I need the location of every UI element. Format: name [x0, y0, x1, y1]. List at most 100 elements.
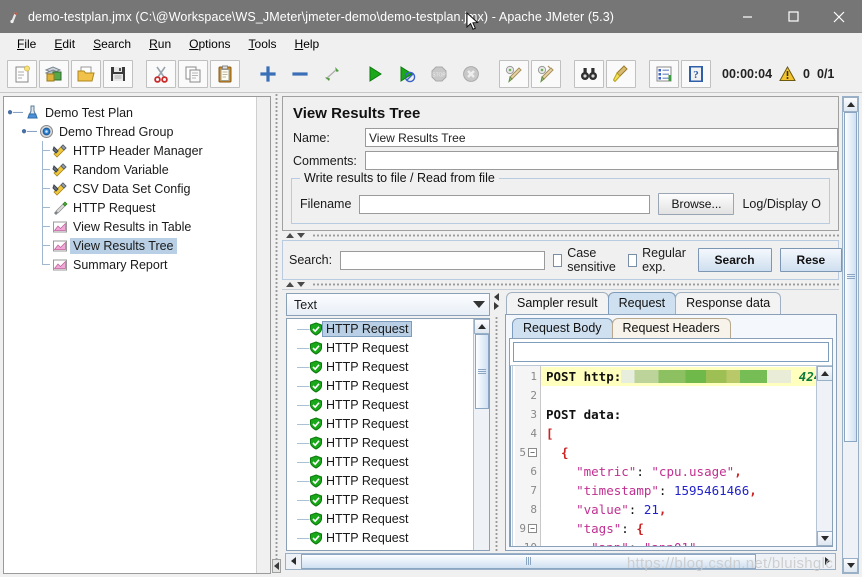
help-button[interactable]: ?	[681, 59, 711, 88]
menu-search[interactable]: Search	[84, 35, 140, 53]
settings-search-splitter[interactable]	[282, 231, 839, 240]
warning-triangle-icon[interactable]	[779, 65, 796, 82]
scrollbar-thumb[interactable]	[844, 112, 857, 442]
chevron-down-icon[interactable]	[473, 301, 485, 308]
list-item[interactable]: — HTTP Request	[287, 509, 489, 528]
expander-icon[interactable]: ●—	[7, 107, 23, 118]
tree-vertical-scrollbar[interactable]	[256, 97, 270, 573]
minimize-button[interactable]	[724, 0, 770, 33]
toggle-button[interactable]	[317, 59, 347, 88]
list-item[interactable]: — HTTP Request	[287, 547, 489, 551]
tree-node-random-variable[interactable]: Random Variable	[8, 160, 270, 179]
scrollbar-thumb[interactable]	[474, 334, 489, 409]
menu-run[interactable]: Run	[140, 35, 180, 53]
menu-file[interactable]: File	[8, 35, 45, 53]
splitter-collapse-button[interactable]	[272, 559, 281, 573]
scroll-up-button[interactable]	[473, 319, 489, 334]
collapse-down-icon[interactable]	[297, 233, 305, 238]
list-item[interactable]: — HTTP Request	[287, 414, 489, 433]
clear-all-button[interactable]	[531, 59, 561, 88]
start-no-pauses-button[interactable]	[392, 59, 422, 88]
tree-node-test-plan[interactable]: ●— Demo Test Plan	[7, 103, 270, 122]
sample-results-list[interactable]: — HTTP Request — HTTP Request — HTTP Req…	[286, 318, 490, 551]
list-item[interactable]: — HTTP Request	[287, 433, 489, 452]
subtab-request-headers[interactable]: Request Headers	[611, 318, 731, 338]
scroll-right-button[interactable]	[820, 554, 835, 569]
collapse-up-icon[interactable]	[286, 233, 294, 238]
function-helper-button[interactable]	[649, 59, 679, 88]
tree-node-csv-data-set-config[interactable]: CSV Data Set Config	[8, 179, 270, 198]
tree-node-view-results-tree[interactable]: View Results Tree	[8, 236, 270, 255]
collapse-up-icon[interactable]	[286, 282, 294, 287]
tab-sampler-result[interactable]: Sampler result	[506, 292, 609, 314]
list-item[interactable]: — HTTP Request	[287, 528, 489, 547]
list-item[interactable]: — HTTP Request	[287, 357, 489, 376]
expand-button[interactable]	[253, 59, 283, 88]
start-button[interactable]	[360, 59, 390, 88]
subtab-request-body[interactable]: Request Body	[512, 318, 613, 338]
fold-toggle-icon[interactable]: −	[528, 448, 537, 457]
tab-request[interactable]: Request	[607, 292, 677, 314]
checkbox-box[interactable]	[553, 253, 563, 267]
main-splitter[interactable]	[271, 93, 282, 577]
collapse-button[interactable]	[285, 59, 315, 88]
render-type-combo[interactable]: Text	[286, 293, 490, 316]
paste-button[interactable]	[210, 59, 240, 88]
open-button[interactable]	[71, 59, 101, 88]
hscroll-thumb[interactable]	[301, 553, 756, 569]
horizontal-scrollbar[interactable]	[285, 552, 836, 570]
browse-button[interactable]: Browse...	[658, 193, 735, 215]
code-vertical-scrollbar[interactable]	[816, 366, 832, 546]
list-item[interactable]: — HTTP Request	[287, 452, 489, 471]
results-inner-splitter[interactable]	[492, 290, 501, 551]
list-item[interactable]: — HTTP Request	[287, 376, 489, 395]
list-item[interactable]: — HTTP Request	[287, 395, 489, 414]
tree-node-summary-report[interactable]: Summary Report	[8, 255, 270, 274]
search-button[interactable]: Search	[697, 248, 772, 272]
scroll-left-button[interactable]	[286, 554, 301, 569]
tab-response-data[interactable]: Response data	[675, 292, 782, 314]
tree-node-http-header-manager[interactable]: HTTP Header Manager	[8, 141, 270, 160]
name-input[interactable]: View Results Tree	[365, 128, 838, 147]
scroll-down-button[interactable]	[816, 531, 832, 546]
new-test-plan-button[interactable]	[7, 59, 37, 88]
copy-button[interactable]	[178, 59, 208, 88]
code-viewer[interactable]: 1 2 3 4 5− 6 7 8 9− 10	[510, 365, 832, 546]
scroll-down-button[interactable]	[843, 558, 858, 573]
scroll-up-button[interactable]	[843, 97, 858, 112]
comments-input[interactable]	[365, 151, 838, 170]
scroll-up-button[interactable]	[816, 366, 832, 381]
find-input[interactable]	[513, 342, 829, 362]
menu-edit[interactable]: Edit	[45, 35, 84, 53]
search-input[interactable]	[340, 250, 546, 270]
panel-vertical-scrollbar[interactable]	[842, 96, 859, 574]
reset-button[interactable]: Rese	[779, 248, 843, 272]
list-item[interactable]: — HTTP Request	[287, 490, 489, 509]
list-item[interactable]: — HTTP Request	[287, 319, 489, 338]
expander-icon-2[interactable]: ●—	[21, 126, 37, 137]
menu-help[interactable]: Help	[286, 35, 329, 53]
code-text[interactable]: POST http: 4242/api/put POST data: [ { "…	[541, 366, 816, 546]
filename-input[interactable]	[359, 194, 651, 214]
fold-toggle-icon[interactable]: −	[528, 524, 537, 533]
cut-button[interactable]	[146, 59, 176, 88]
tree-node-http-request[interactable]: HTTP Request	[8, 198, 270, 217]
search-binoculars-button[interactable]	[574, 59, 604, 88]
tree-node-view-results-in-table[interactable]: View Results in Table	[8, 217, 270, 236]
results-list-scrollbar[interactable]	[473, 319, 489, 550]
regular-exp-checkbox[interactable]: Regular exp.	[627, 246, 690, 274]
menu-options[interactable]: Options	[180, 35, 239, 53]
clear-button[interactable]	[499, 59, 529, 88]
menu-tools[interactable]: Tools	[240, 35, 286, 53]
case-sensitive-checkbox[interactable]: Case sensitive	[553, 246, 620, 274]
list-item[interactable]: — HTTP Request	[287, 471, 489, 490]
collapse-left-icon[interactable]	[494, 293, 499, 301]
checkbox-box[interactable]	[627, 253, 638, 267]
search-reset-button[interactable]	[606, 59, 636, 88]
search-results-splitter[interactable]	[282, 280, 839, 289]
maximize-button[interactable]	[770, 0, 816, 33]
templates-button[interactable]	[39, 59, 69, 88]
save-button[interactable]	[103, 59, 133, 88]
list-item[interactable]: — HTTP Request	[287, 338, 489, 357]
collapse-down-icon[interactable]	[297, 282, 305, 287]
